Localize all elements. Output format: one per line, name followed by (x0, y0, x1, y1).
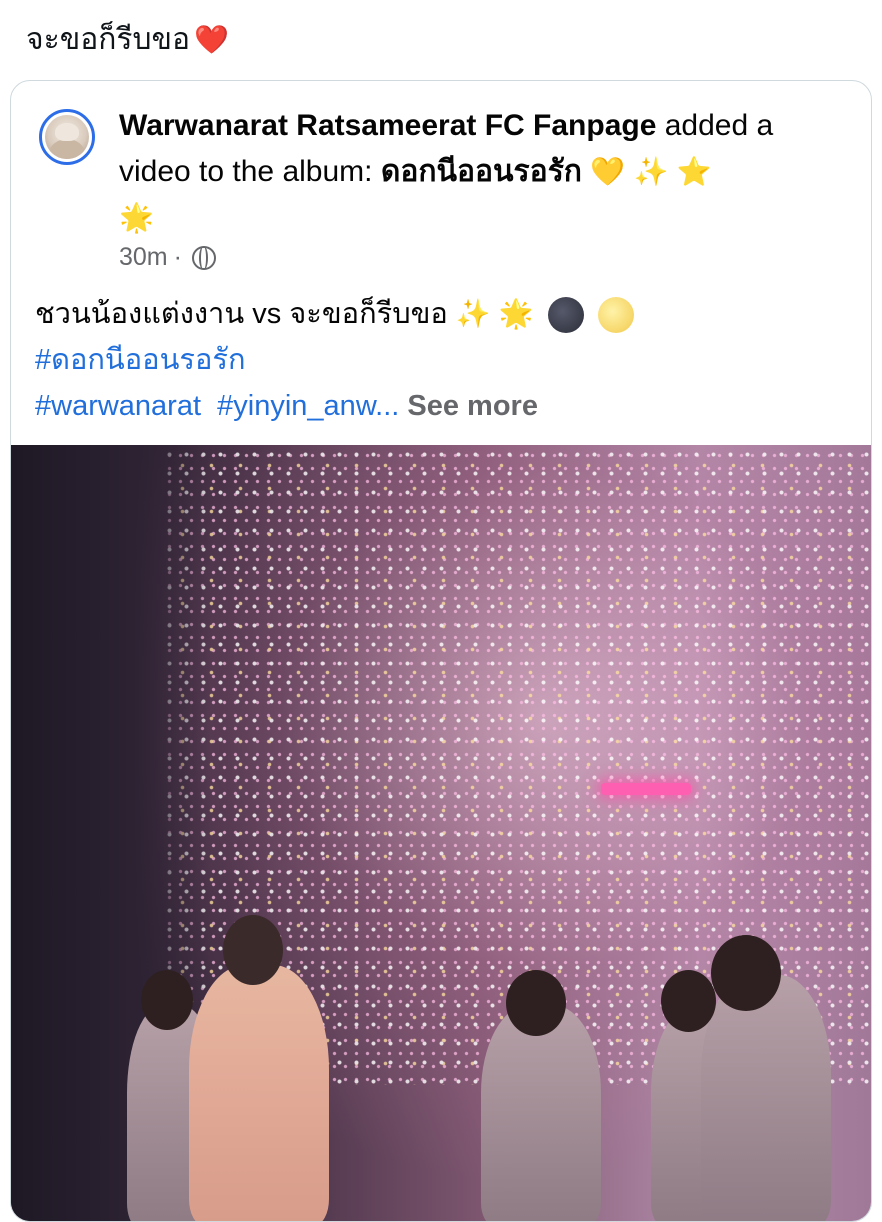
full-moon-face-icon (597, 297, 634, 334)
yellow-heart-icon: 💛 (590, 155, 626, 188)
new-moon-icon (547, 297, 584, 334)
tweet-body: จะขอก็รีบขอ (26, 23, 191, 56)
post-header: Warwanarat Ratsameerat FC Fanpage added … (119, 103, 839, 241)
album-name[interactable]: ดอกนีออนรอรัก (381, 155, 582, 188)
post-time[interactable]: 30m (119, 243, 168, 272)
meta-separator: · (173, 243, 182, 271)
glowing-star-icon: 🌟 (498, 297, 534, 330)
star-icon: ⭐ (676, 155, 712, 188)
glowing-star-icon: 🌟 (119, 201, 154, 234)
globe-icon (191, 245, 216, 270)
dancer-head (711, 935, 781, 1011)
dancer-figure (481, 1005, 601, 1221)
avatar-image (45, 115, 89, 159)
dancer-head (506, 970, 566, 1036)
post-caption: ชวนน้องแต่งงาน vs จะขอก็รีบขอ (35, 298, 448, 330)
hashtag-link[interactable]: #ดอกนีออนรอรัก (35, 344, 246, 376)
singer-head (223, 915, 283, 985)
post-body: ชวนน้องแต่งงาน vs จะขอก็รีบขอ ✨ 🌟 #ดอกนี… (35, 291, 855, 429)
sparkles-icon: ✨ (633, 155, 669, 188)
post-meta: 30m · (119, 243, 216, 272)
avatar[interactable] (39, 109, 95, 165)
neon-sign (601, 783, 691, 795)
singer-figure (189, 965, 329, 1221)
dancer-head (141, 970, 193, 1030)
author-name[interactable]: Warwanarat Ratsameerat FC Fanpage (119, 109, 656, 142)
quoted-post-card[interactable]: Warwanarat Ratsameerat FC Fanpage added … (10, 80, 872, 1222)
heart-emoji-icon: ❤️ (194, 23, 229, 56)
dancer-figure (701, 975, 831, 1221)
dancer-head (661, 970, 716, 1032)
hashtag-link[interactable]: #warwanarat (35, 390, 201, 422)
video-thumbnail[interactable] (11, 445, 871, 1221)
sparkles-icon: ✨ (455, 297, 491, 330)
tweet-text: จะขอก็รีบขอ ❤️ (26, 18, 229, 62)
hashtag-link[interactable]: #yinyin_anw... (217, 390, 399, 422)
see-more-link[interactable]: See more (407, 390, 538, 422)
